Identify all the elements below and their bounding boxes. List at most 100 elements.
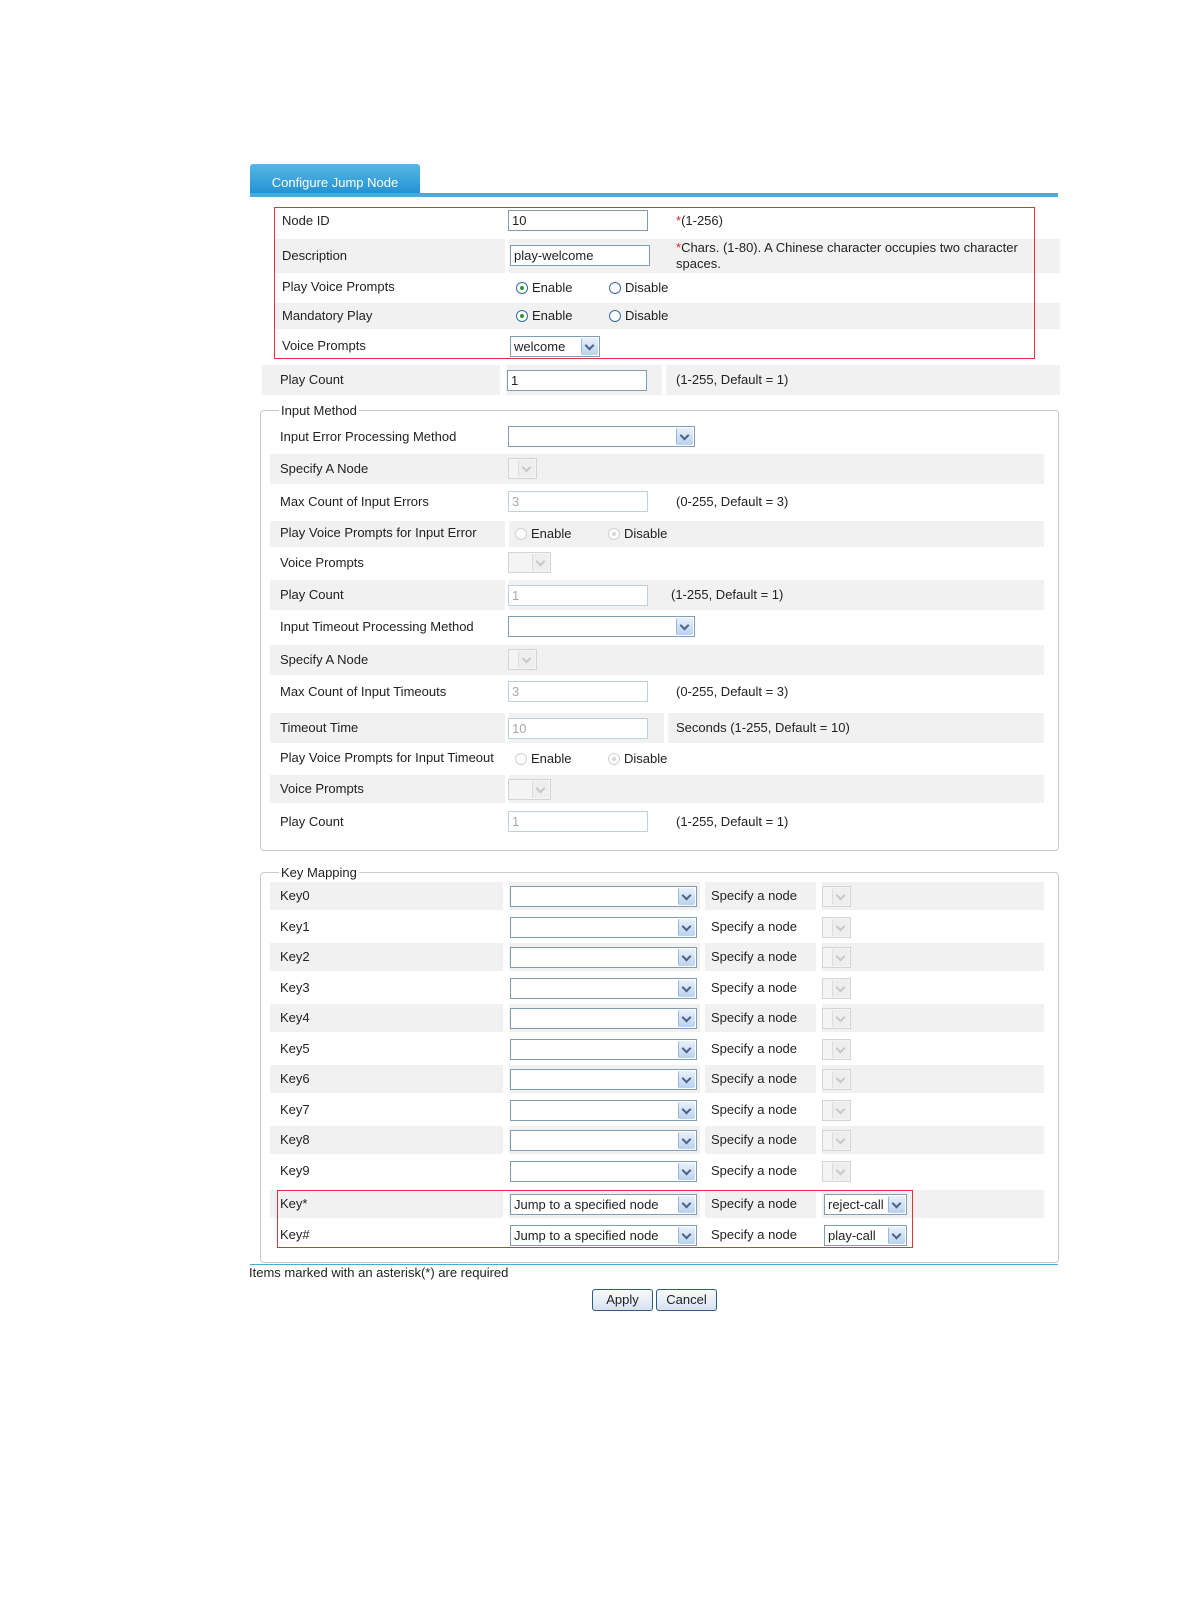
error-voice-select[interactable] — [508, 552, 551, 573]
chevron-down-icon — [676, 618, 693, 635]
input-error-method-select[interactable] — [508, 426, 695, 447]
chevron-down-icon — [678, 919, 695, 936]
key-action-select[interactable] — [510, 886, 697, 907]
key-action-select[interactable] — [510, 1039, 697, 1060]
key-node-select[interactable] — [822, 1130, 851, 1151]
mandatory-disable-radio[interactable] — [609, 310, 621, 322]
required-note: Items marked with an asterisk(*) are req… — [249, 1265, 509, 1280]
input-timeout-method-select[interactable] — [508, 616, 695, 637]
timeout-prompts-enable-radio[interactable] — [515, 753, 527, 765]
voice-prompts-select[interactable]: welcome — [510, 336, 600, 357]
key-action-select[interactable]: Jump to a specified node — [510, 1225, 697, 1246]
key-node-select[interactable] — [822, 947, 851, 968]
chevron-down-icon — [678, 1227, 695, 1244]
specify-node-label: Specify a node — [711, 1132, 798, 1147]
key-label: Key7 — [280, 1102, 310, 1117]
cell-divider — [700, 1126, 705, 1154]
key-node-select[interactable] — [822, 1008, 851, 1029]
cell-divider — [503, 1157, 509, 1185]
key-action-select[interactable] — [510, 947, 697, 968]
key-action-select[interactable] — [510, 1161, 697, 1182]
cell-divider — [700, 1157, 705, 1185]
chevron-down-icon — [678, 1102, 695, 1119]
timeout-voice-select[interactable] — [508, 779, 551, 800]
key-mapping-row: Key1 Specify a node — [270, 913, 1044, 941]
max-input-errors-input[interactable]: 3 — [508, 491, 648, 512]
timeout-play-count-label: Play Count — [280, 814, 344, 829]
key-node-select[interactable]: play-call — [824, 1225, 907, 1246]
row-error-voice-prompts: Voice Prompts — [270, 547, 1044, 579]
row-timeout-play-count: Play Count 1 (1-255, Default = 1) — [270, 806, 1044, 838]
play-count-input[interactable]: 1 — [507, 370, 647, 391]
key-node-select[interactable] — [822, 1161, 851, 1182]
key-node-select[interactable] — [822, 1100, 851, 1121]
timeout-prompts-enable-label: Enable — [531, 751, 572, 766]
cell-divider — [664, 713, 668, 743]
chevron-down-icon — [532, 554, 549, 571]
row-timeout-voice: Voice Prompts — [270, 775, 1044, 803]
row-timeout-time: Timeout Time 10 Seconds (1-255, Default … — [270, 713, 1044, 743]
key-node-select[interactable] — [822, 1039, 851, 1060]
chevron-down-icon — [518, 651, 535, 668]
max-input-timeouts-input[interactable]: 3 — [508, 681, 648, 702]
key-label: Key2 — [280, 949, 310, 964]
play-voice-enable-label: Enable — [532, 280, 573, 295]
timeout-time-input[interactable]: 10 — [508, 718, 648, 739]
cell-divider — [500, 365, 506, 395]
timeout-voice-prompts-label: Play Voice Prompts for Input Timeout — [280, 750, 494, 765]
key-action-select[interactable] — [510, 917, 697, 938]
node-id-hint: *(1-256) — [676, 213, 723, 228]
key-action-select[interactable] — [510, 1008, 697, 1029]
cancel-button[interactable]: Cancel — [656, 1289, 717, 1311]
chevron-down-icon — [676, 428, 693, 445]
play-voice-disable-radio[interactable] — [609, 282, 621, 294]
tab-configure-jump-node[interactable]: Configure Jump Node — [250, 164, 420, 196]
cell-divider — [503, 1190, 509, 1218]
key-action-select[interactable] — [510, 1130, 697, 1151]
key-action-select[interactable] — [510, 1069, 697, 1090]
timeout-prompts-disable-radio[interactable] — [608, 753, 620, 765]
chevron-down-icon — [888, 1196, 905, 1213]
chevron-down-icon — [678, 1010, 695, 1027]
key-label: Key4 — [280, 1010, 310, 1025]
timeout-prompts-disable-label: Disable — [624, 751, 668, 766]
play-voice-enable-radio[interactable] — [516, 282, 528, 294]
cell-divider — [700, 1190, 705, 1218]
key-node-select[interactable] — [822, 978, 851, 999]
specify-node-label: Specify a node — [711, 1071, 798, 1086]
error-prompts-enable-radio[interactable] — [515, 528, 527, 540]
max-input-errors-label: Max Count of Input Errors — [280, 494, 429, 509]
timeout-play-count-input[interactable]: 1 — [508, 811, 648, 832]
row-timeout-specify-node: Specify A Node — [270, 645, 1044, 675]
row-play-count: Play Count 1 (1-255, Default = 1) — [262, 365, 1060, 395]
cell-divider — [503, 1004, 509, 1032]
row-error-voice-prompts-toggle: Play Voice Prompts for Input Error Enabl… — [270, 521, 1044, 547]
apply-button[interactable]: Apply — [592, 1289, 653, 1311]
cell-divider — [700, 1065, 705, 1093]
key-action-select[interactable] — [510, 978, 697, 999]
key-action-select[interactable] — [510, 1100, 697, 1121]
key-node-select[interactable] — [822, 886, 851, 907]
error-specify-node-select[interactable] — [508, 458, 537, 479]
key-node-select[interactable] — [822, 917, 851, 938]
row-error-specify-node: Specify A Node — [270, 454, 1044, 484]
key-node-select[interactable]: reject-call — [824, 1194, 907, 1215]
key-node-select[interactable] — [822, 1069, 851, 1090]
specify-node-label: Specify a node — [711, 1041, 798, 1056]
timeout-specify-node-select[interactable] — [508, 649, 537, 670]
key-mapping-row: Key3 Specify a node — [270, 974, 1044, 1002]
description-input[interactable]: play-welcome — [510, 245, 650, 266]
key-label: Key# — [280, 1227, 310, 1242]
voice-prompts-value: welcome — [514, 339, 566, 354]
timeout-voice-label: Voice Prompts — [280, 781, 364, 796]
error-prompts-disable-radio[interactable] — [608, 528, 620, 540]
key-mapping-row: Key5 Specify a node — [270, 1035, 1044, 1063]
cell-divider — [700, 974, 705, 1002]
error-play-count-input[interactable]: 1 — [508, 585, 648, 606]
node-id-input[interactable]: 10 — [508, 210, 648, 231]
row-max-input-errors: Max Count of Input Errors 3 (0-255, Defa… — [270, 486, 1044, 518]
key-action-select[interactable]: Jump to a specified node — [510, 1194, 697, 1215]
cell-divider — [700, 882, 705, 910]
mandatory-enable-radio[interactable] — [516, 310, 528, 322]
chevron-down-icon — [832, 980, 849, 997]
